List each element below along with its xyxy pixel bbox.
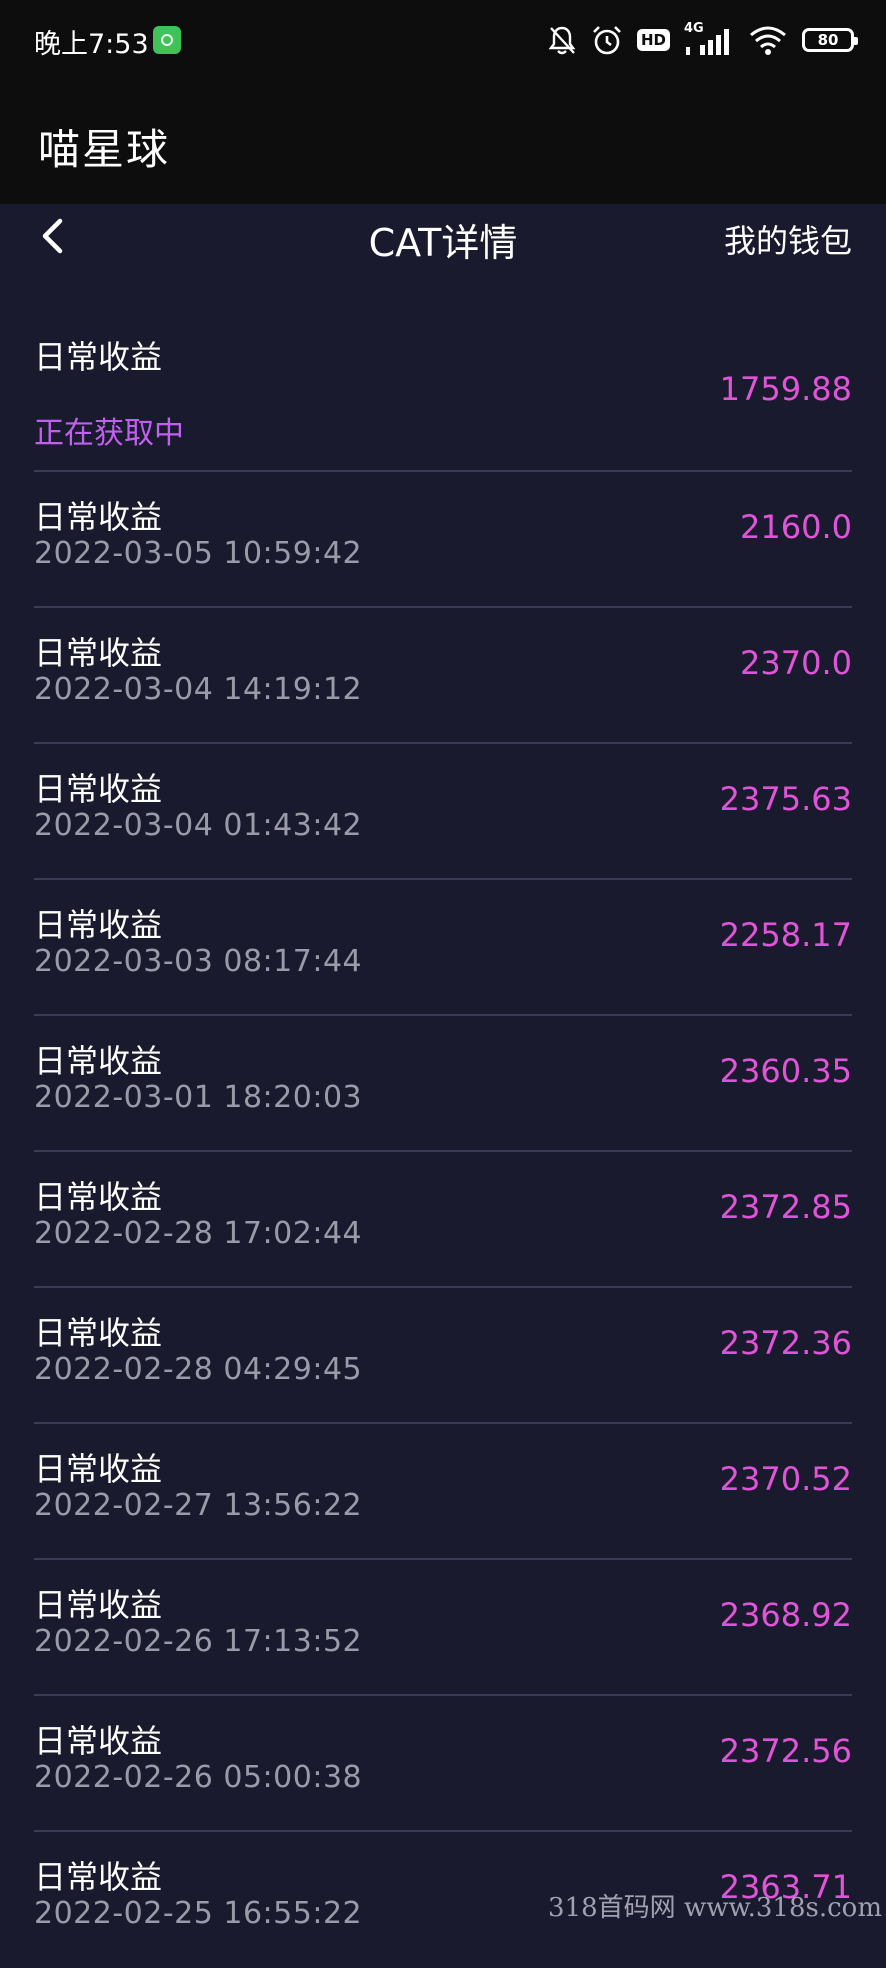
signal-indicator: 4G xyxy=(684,21,734,57)
record-type: 日常收益 xyxy=(34,498,163,536)
record-amount: 2372.85 xyxy=(719,1188,852,1226)
record-type: 日常收益 xyxy=(34,906,163,944)
list-item[interactable]: 日常收益 正在获取中 1759.88 xyxy=(34,302,852,472)
record-amount: 2368.92 xyxy=(719,1596,852,1634)
list-item[interactable]: 日常收益 2022-03-03 08:17:44 2258.17 xyxy=(34,880,852,1016)
list-item[interactable]: 日常收益 2022-03-05 10:59:42 2160.0 xyxy=(34,472,852,608)
record-amount: 2372.36 xyxy=(719,1324,852,1362)
wifi-icon xyxy=(750,26,786,55)
record-type: 日常收益 xyxy=(34,1178,163,1216)
list-item[interactable]: 日常收益 2022-03-01 18:20:03 2360.35 xyxy=(34,1016,852,1152)
record-status: 正在获取中 xyxy=(34,416,184,451)
app-header: 喵星球 xyxy=(0,82,886,204)
record-amount: 2370.52 xyxy=(719,1460,852,1498)
list-item[interactable]: 日常收益 2022-02-27 13:56:22 2370.52 xyxy=(34,1424,852,1560)
record-timestamp: 2022-03-04 01:43:42 xyxy=(34,808,363,843)
record-timestamp: 2022-02-25 16:55:22 xyxy=(34,1896,363,1931)
record-type: 日常收益 xyxy=(34,634,163,672)
income-record-list: 日常收益 正在获取中 1759.88 日常收益 2022-03-05 10:59… xyxy=(34,302,852,1968)
record-type: 日常收益 xyxy=(34,1858,163,1896)
battery-level: 80 xyxy=(817,31,839,49)
bell-off-icon xyxy=(548,26,576,55)
record-timestamp: 2022-03-01 18:20:03 xyxy=(34,1080,363,1115)
app-title: 喵星球 xyxy=(38,125,171,174)
record-timestamp: 2022-02-28 17:02:44 xyxy=(34,1216,363,1251)
record-amount: 2360.35 xyxy=(719,1052,852,1090)
app-notification-icon xyxy=(153,26,181,54)
record-timestamp: 2022-03-03 08:17:44 xyxy=(34,944,363,979)
record-amount: 2375.63 xyxy=(719,780,852,818)
status-time: 晚上7:53 xyxy=(34,29,149,60)
alarm-icon xyxy=(593,26,621,55)
list-item[interactable]: 日常收益 2022-02-28 04:29:45 2372.36 xyxy=(34,1288,852,1424)
record-type: 日常收益 xyxy=(34,1586,163,1624)
record-amount: 2160.0 xyxy=(740,508,852,546)
list-item[interactable]: 日常收益 2022-02-26 05:00:38 2372.56 xyxy=(34,1696,852,1832)
my-wallet-link[interactable]: 我的钱包 xyxy=(724,216,852,262)
list-item[interactable]: 日常收益 2022-03-04 01:43:42 2375.63 xyxy=(34,744,852,880)
record-amount: 1759.88 xyxy=(719,370,852,408)
record-timestamp: 2022-03-04 14:19:12 xyxy=(34,672,363,707)
record-timestamp: 2022-03-05 10:59:42 xyxy=(34,536,363,571)
nav-bar: CAT详情 我的钱包 xyxy=(0,204,886,304)
list-item[interactable]: 日常收益 2022-02-26 17:13:52 2368.92 xyxy=(34,1560,852,1696)
record-type: 日常收益 xyxy=(34,1450,163,1488)
record-type: 日常收益 xyxy=(34,770,163,808)
list-item[interactable]: 日常收益 2022-02-28 17:02:44 2372.85 xyxy=(34,1152,852,1288)
record-type: 日常收益 xyxy=(34,338,163,376)
record-timestamp: 2022-02-27 13:56:22 xyxy=(34,1488,363,1523)
status-icons: HD 4G 80 xyxy=(547,18,858,62)
watermark: 318首码网 www.318s.com xyxy=(548,1893,882,1923)
battery-icon: 80 xyxy=(802,28,858,52)
hd-badge: HD xyxy=(636,29,670,51)
record-timestamp: 2022-02-26 05:00:38 xyxy=(34,1760,363,1795)
record-type: 日常收益 xyxy=(34,1042,163,1080)
list-item[interactable]: 日常收益 2022-03-04 14:19:12 2370.0 xyxy=(34,608,852,744)
status-bar: 晚上7:53 HD 4G 80 xyxy=(0,0,886,82)
record-amount: 2258.17 xyxy=(719,916,852,954)
record-timestamp: 2022-02-26 17:13:52 xyxy=(34,1624,363,1659)
record-type: 日常收益 xyxy=(34,1314,163,1352)
cellular-signal-icon xyxy=(686,29,729,55)
record-type: 日常收益 xyxy=(34,1722,163,1760)
record-timestamp: 2022-02-28 04:29:45 xyxy=(34,1352,363,1387)
record-amount: 2370.0 xyxy=(740,644,852,682)
record-amount: 2372.56 xyxy=(719,1732,852,1770)
